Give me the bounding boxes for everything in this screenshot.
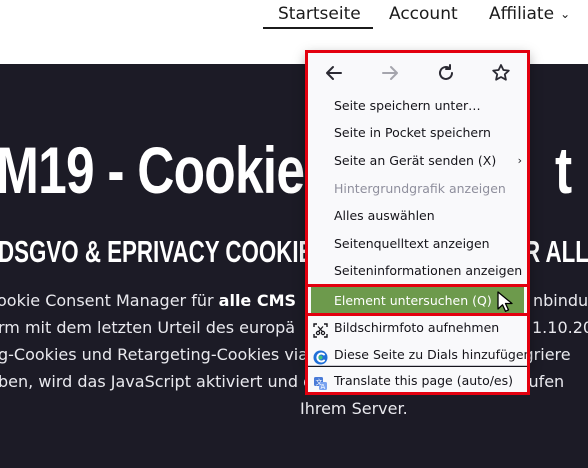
bookmark-star-icon[interactable] xyxy=(490,62,512,84)
context-menu: Seite speichern unter… Seite in Pocket s… xyxy=(306,51,532,368)
menu-item-take-screenshot[interactable]: Bildschirmfoto aufnehmen xyxy=(307,314,528,341)
hero-subtitle-tail: R ALL xyxy=(524,234,588,269)
menu-item-send-to-device[interactable]: Seite an Gerät senden (X) › xyxy=(307,147,528,174)
chevron-down-icon: ⌄ xyxy=(560,7,571,21)
hero-title: M19 - Cookie xyxy=(0,133,305,207)
menu-item-view-source[interactable]: Seitenquelltext anzeigen xyxy=(307,230,528,257)
back-icon[interactable] xyxy=(323,62,345,84)
screenshot-icon xyxy=(313,320,328,338)
active-nav-underline xyxy=(263,27,373,29)
hero-title-tail: t M xyxy=(555,133,588,207)
menu-item-translate-page[interactable]: 文A Translate this page (auto/es) xyxy=(307,367,528,394)
nav-link-account[interactable]: Account xyxy=(389,4,458,24)
context-nav-row xyxy=(307,52,528,92)
submenu-arrow-icon: › xyxy=(517,154,522,167)
paragraph-line-1-tail: nbindu xyxy=(533,291,588,310)
menu-item-save-to-pocket[interactable]: Seite in Pocket speichern xyxy=(307,119,528,146)
paragraph-bold: alle CMS xyxy=(218,291,297,310)
paragraph-line-2: rm mit dem letzten Urteil des europä xyxy=(0,318,296,337)
nav-link-startseite[interactable]: Startseite xyxy=(278,4,361,24)
svg-text:A: A xyxy=(321,383,326,391)
menu-item-translate-page-label: Translate this page (auto/es) xyxy=(334,373,514,388)
paragraph-line-5: Ihrem Server. xyxy=(300,399,408,418)
menu-item-inspect-element[interactable]: Element untersuchen (Q) xyxy=(311,287,524,314)
nav-link-affiliate[interactable]: Affiliate ⌄ xyxy=(489,4,570,24)
paragraph-line-1: ookie Consent Manager für alle CMS xyxy=(0,291,296,310)
menu-item-background-image: Hintergrundgrafik anzeigen xyxy=(334,181,506,196)
menu-item-page-info[interactable]: Seiteninformationen anzeigen xyxy=(307,257,528,284)
mouse-cursor-icon xyxy=(497,291,513,312)
reload-icon[interactable] xyxy=(435,62,457,84)
paragraph-line-2-tail: 1.10.20 xyxy=(532,318,588,337)
translate-icon: 文A xyxy=(313,373,328,391)
nav-affiliate-label: Affiliate xyxy=(489,4,555,24)
dials-icon xyxy=(313,347,328,365)
menu-item-take-screenshot-label: Bildschirmfoto aufnehmen xyxy=(334,320,500,335)
menu-item-send-to-device-label: Seite an Gerät senden (X) xyxy=(334,153,497,168)
menu-item-add-to-dials-label: Diese Seite zu Dials hinzufügen xyxy=(334,347,532,362)
hero-subtitle: DSGVO & EPRIVACY COOKIE xyxy=(0,234,314,269)
menu-item-save-page[interactable]: Seite speichern unter… xyxy=(307,92,528,119)
menu-item-select-all[interactable]: Alles auswählen xyxy=(307,202,528,229)
forward-icon xyxy=(379,62,401,84)
paragraph-text: ookie Consent Manager für xyxy=(0,291,219,310)
menu-item-add-to-dials[interactable]: Diese Seite zu Dials hinzufügen xyxy=(307,341,532,368)
